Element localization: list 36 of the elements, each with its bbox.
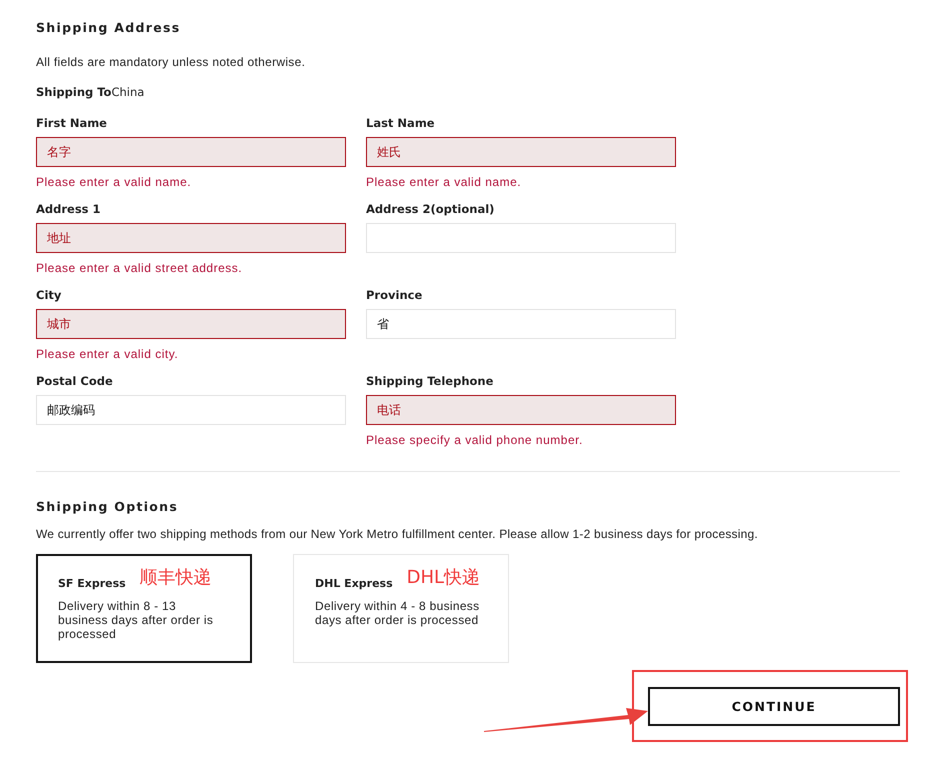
error-message: Please enter a valid street address.	[36, 261, 244, 275]
option-details: Delivery within 4 - 8 business days after order is processed	[315, 599, 480, 627]
input-field[interactable]: 城市	[36, 309, 346, 339]
input-field[interactable]: 名字	[36, 137, 346, 167]
field-label: Last Name	[366, 115, 436, 131]
option-details: Delivery within 8 - 13 business days after order is processed	[58, 599, 214, 641]
annotation-text: DHL快递	[406, 566, 480, 589]
form-note: All fields are mandatory unless noted otherwise.	[36, 55, 306, 69]
field-label: Address 1	[36, 201, 102, 217]
field-label: First Name	[36, 115, 108, 131]
field-label: Shipping Telephone	[366, 373, 494, 389]
field-label: Province	[366, 287, 424, 303]
field-label: Address 2(optional)	[366, 201, 496, 217]
shipping-option-card[interactable]: SF Express 顺丰快递 Delivery within 8 - 13 business days after order is processed	[36, 554, 252, 663]
input-field[interactable]: 电话	[366, 395, 676, 425]
field-label: City	[36, 287, 62, 303]
error-message: Please enter a valid city.	[36, 347, 180, 361]
option-name: DHL Express	[315, 577, 393, 590]
input-field[interactable]	[366, 223, 676, 253]
field-label: Postal Code	[36, 373, 114, 389]
error-message: Please enter a valid name.	[366, 175, 522, 189]
annotation-text: 顺丰快递	[140, 566, 212, 589]
section-title: Shipping Options	[36, 499, 180, 516]
option-name: SF Express	[58, 577, 126, 590]
error-message: Please enter a valid name.	[36, 175, 192, 189]
continue-button[interactable]: CONTINUE	[648, 686, 900, 726]
input-field[interactable]: 邮政编码	[36, 395, 346, 425]
input-field[interactable]: 省	[366, 309, 676, 339]
shipping-country: China	[111, 85, 144, 99]
shipping-description: We currently offer two shipping methods from our New York Metro fulfillment center. Please allow 1-2 business days for processing.	[36, 527, 759, 541]
input-field[interactable]: 姓氏	[366, 137, 676, 167]
section-title: Shipping Address	[36, 20, 182, 37]
input-field[interactable]: 地址	[36, 223, 346, 253]
shipping-option-card[interactable]: DHL Express DHL快递 Delivery within 4 - 8 business days after order is processed	[293, 554, 509, 663]
error-message: Please specify a valid phone number.	[366, 433, 584, 447]
shipping-to-label: Shipping To	[36, 85, 112, 99]
